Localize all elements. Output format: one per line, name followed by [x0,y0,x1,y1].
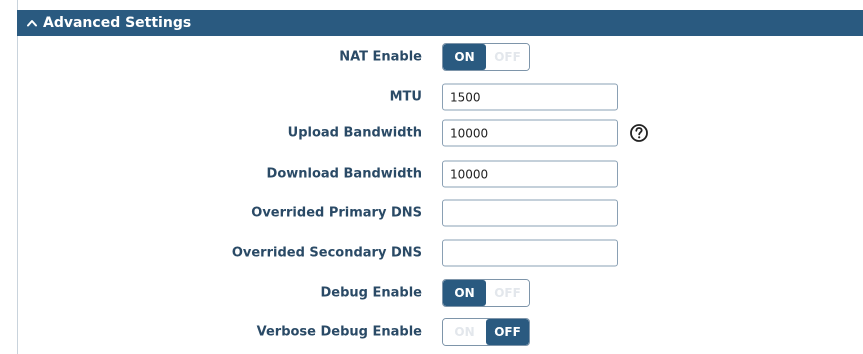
mtu-label: MTU [389,89,422,105]
nat-enable-toggle[interactable]: ON OFF [442,43,530,71]
secondary-dns-row: Overrided Secondary DNS [17,238,863,268]
debug-enable-on[interactable]: ON [443,280,486,306]
download-bandwidth-label: Download Bandwidth [266,166,422,182]
mtu-input[interactable] [442,83,618,111]
help-circle-icon[interactable] [629,123,649,143]
primary-dns-row: Overrided Primary DNS [17,198,863,228]
debug-enable-label: Debug Enable [320,285,423,301]
verbose-debug-toggle[interactable]: ON OFF [442,318,530,346]
nat-enable-on[interactable]: ON [443,44,486,70]
debug-enable-toggle[interactable]: ON OFF [442,279,530,307]
advanced-settings-header[interactable]: Advanced Settings [17,10,863,36]
download-bandwidth-input[interactable] [442,160,618,188]
secondary-dns-input[interactable] [442,239,618,267]
nat-enable-off[interactable]: OFF [486,44,529,70]
verbose-debug-label: Verbose Debug Enable [256,324,422,340]
debug-enable-off[interactable]: OFF [486,280,529,306]
section-title: Advanced Settings [43,15,192,31]
chevron-up-icon [25,16,39,30]
download-bandwidth-row: Download Bandwidth [17,159,863,189]
verbose-debug-row: Verbose Debug Enable ON OFF [17,317,863,347]
secondary-dns-label: Overrided Secondary DNS [231,245,422,261]
nat-enable-label: NAT Enable [339,49,422,65]
debug-enable-row: Debug Enable ON OFF [17,278,863,308]
upload-bandwidth-label: Upload Bandwidth [287,125,422,141]
mtu-row: MTU [17,82,863,112]
nat-enable-row: NAT Enable ON OFF [17,42,863,72]
primary-dns-input[interactable] [442,199,618,227]
verbose-debug-off[interactable]: OFF [486,319,529,345]
upload-bandwidth-row: Upload Bandwidth [17,118,863,148]
verbose-debug-on[interactable]: ON [443,319,486,345]
upload-bandwidth-input[interactable] [442,119,618,147]
primary-dns-label: Overrided Primary DNS [251,205,422,221]
